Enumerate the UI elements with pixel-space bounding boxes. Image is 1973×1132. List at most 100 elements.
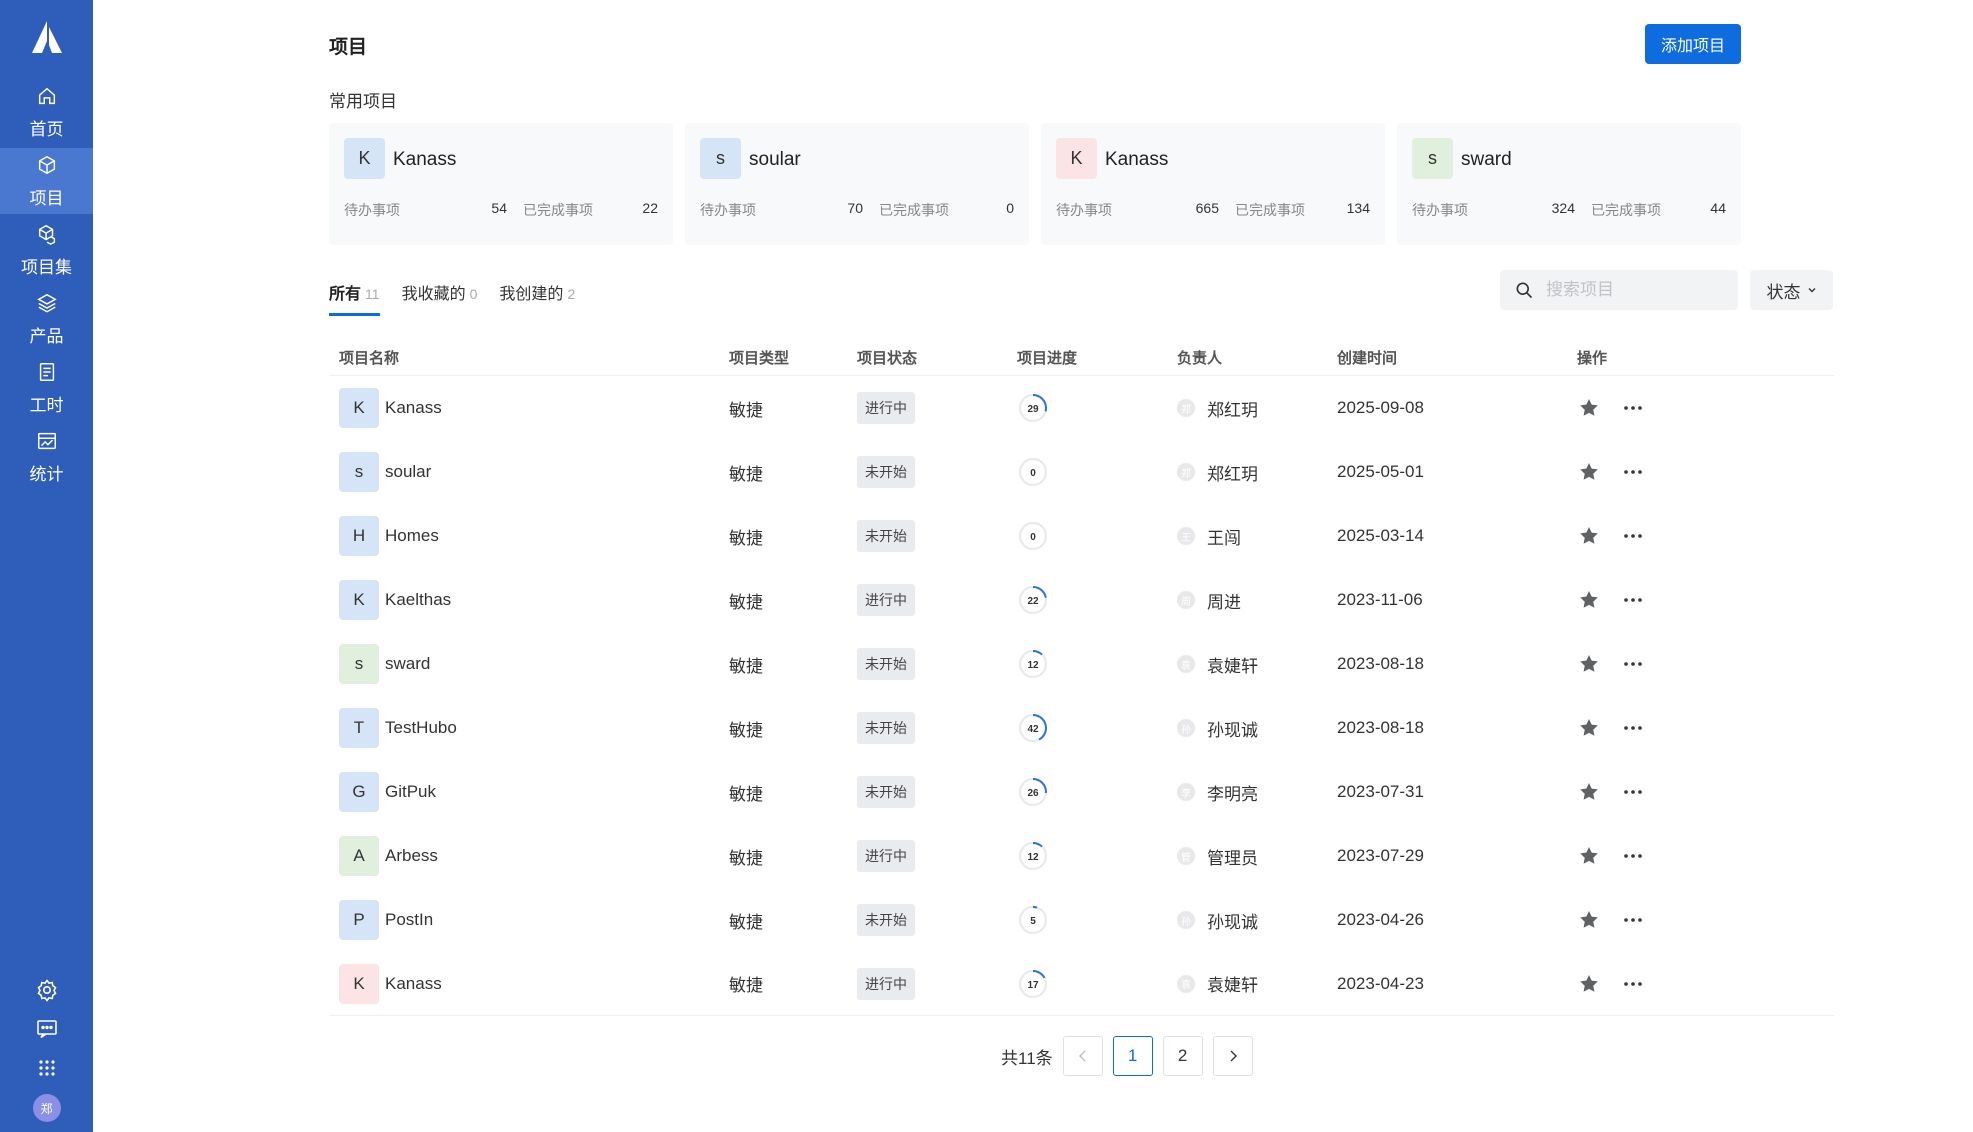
page-button[interactable]: 2 [1162,1036,1203,1076]
table-row[interactable]: P PostIn 敏捷 未开始 5 孙孙现诚 2023-04-26 [329,888,1834,952]
status-badge: 进行中 [857,392,915,424]
project-name[interactable]: Kaelthas [385,590,451,610]
progress-cell: 29 [1017,392,1177,424]
project-name[interactable]: sward [385,654,430,674]
project-icon: K [339,963,379,1004]
page-button[interactable]: 1 [1112,1036,1153,1076]
sidebar-item-3[interactable]: 产品 [0,286,93,352]
star-icon[interactable] [1577,908,1601,932]
star-icon[interactable] [1577,780,1601,804]
status-filter-dropdown[interactable]: 状态 [1750,270,1833,310]
progress-cell: 0 [1017,520,1177,552]
message-icon[interactable] [0,1009,93,1048]
sidebar-item-0[interactable]: 首页 [0,79,93,145]
project-name[interactable]: GitPuk [385,782,436,802]
project-name[interactable]: Arbess [385,846,438,866]
table-row[interactable]: A Arbess 敏捷 进行中 12 管管理员 2023-07-29 [329,824,1834,888]
filter-tabs: 所有 11 我收藏的 0 我创建的 2 [329,280,575,316]
page-list: 12 [1112,1036,1203,1076]
star-icon[interactable] [1577,716,1601,740]
chevron-left-icon [1078,1050,1086,1062]
project-name-cell: A Arbess [329,836,729,876]
favorite-card[interactable]: K Kanass 待办事项 54 已完成事项 22 [329,123,673,245]
header-name[interactable]: 项目名称 [329,347,729,368]
star-icon[interactable] [1577,844,1601,868]
table-row[interactable]: K Kanass 敏捷 进行中 29 郑郑红玥 2025-09-08 [329,376,1834,440]
status-cell: 未开始 [857,712,1017,744]
next-page-button[interactable] [1212,1036,1253,1076]
table-row[interactable]: K Kaelthas 敏捷 进行中 22 周周进 2023-11-06 [329,568,1834,632]
created-date: 2023-04-26 [1337,910,1424,929]
more-icon[interactable] [1621,460,1645,484]
sidebar-item-label: 项目集 [21,257,72,277]
favorite-card[interactable]: s sward 待办事项 324 已完成事项 44 [1397,123,1741,245]
star-icon[interactable] [1577,652,1601,676]
more-icon[interactable] [1621,588,1645,612]
table-row[interactable]: H Homes 敏捷 未开始 0 王王闯 2025-03-14 [329,504,1834,568]
tab-0[interactable]: 所有 11 [329,280,380,316]
status-badge: 进行中 [857,840,915,872]
more-icon[interactable] [1621,716,1645,740]
project-type: 敏捷 [729,848,763,868]
project-name[interactable]: Kanass [385,974,442,994]
star-icon[interactable] [1577,524,1601,548]
sidebar-item-4[interactable]: 工时 [0,355,93,421]
star-icon[interactable] [1577,396,1601,420]
sidebar-item-1[interactable]: 项目 [0,148,93,214]
star-icon[interactable] [1577,460,1601,484]
search-input[interactable] [1546,280,1726,300]
more-icon[interactable] [1621,780,1645,804]
status-badge: 未开始 [857,520,915,552]
project-name[interactable]: Homes [385,526,439,546]
favorite-card[interactable]: K Kanass 待办事项 665 已完成事项 134 [1041,123,1385,245]
progress-ring: 42 [1019,714,1047,742]
settings-icon[interactable] [0,970,93,1009]
project-name-cell: P PostIn [329,900,729,940]
more-icon[interactable] [1621,972,1645,996]
prev-page-button[interactable] [1062,1036,1103,1076]
status-badge: 未开始 [857,712,915,744]
table-row[interactable]: K Kanass 敏捷 进行中 17 袁袁婕轩 2023-04-23 [329,952,1834,1016]
table-row[interactable]: G GitPuk 敏捷 未开始 26 李李明亮 2023-07-31 [329,760,1834,824]
project-name[interactable]: Kanass [385,398,442,418]
project-type: 敏捷 [729,592,763,612]
project-type: 敏捷 [729,528,763,548]
table-body: K Kanass 敏捷 进行中 29 郑郑红玥 2025-09-08 s soular 敏捷 未开始… [329,376,1834,1016]
project-name[interactable]: PostIn [385,910,433,930]
more-icon[interactable] [1621,396,1645,420]
apps-grid-icon[interactable] [0,1048,93,1087]
owner-name: 孙现诚 [1207,912,1258,932]
more-icon[interactable] [1621,652,1645,676]
project-icon: T [339,708,379,748]
card-name: Kanass [393,149,457,170]
table-row[interactable]: s sward 敏捷 未开始 12 袁袁婕轩 2023-08-18 [329,632,1834,696]
star-icon[interactable] [1577,972,1601,996]
favorite-card[interactable]: s soular 待办事项 70 已完成事项 0 [685,123,1029,245]
card-stats: 待办事项 54 已完成事项 22 [344,200,658,220]
sidebar-item-5[interactable]: 统计 [0,424,93,490]
logo[interactable] [0,0,93,76]
status-badge: 未开始 [857,904,915,936]
star-icon[interactable] [1577,588,1601,612]
tab-1[interactable]: 我收藏的 0 [402,280,478,316]
progress-value: 0 [1030,532,1036,543]
more-icon[interactable] [1621,524,1645,548]
tab-2[interactable]: 我创建的 2 [499,280,575,316]
more-icon[interactable] [1621,908,1645,932]
search-box[interactable] [1500,270,1738,310]
table-row[interactable]: T TestHubo 敏捷 未开始 42 孙孙现诚 2023-08-18 [329,696,1834,760]
project-name[interactable]: soular [385,462,431,482]
add-project-button[interactable]: 添加项目 [1645,24,1741,64]
more-icon[interactable] [1621,844,1645,868]
project-icon: K [339,388,379,428]
todo-label: 待办事项 [1412,202,1468,218]
user-avatar[interactable]: 郑 [32,1094,61,1122]
table-row[interactable]: s soular 敏捷 未开始 0 郑郑红玥 2025-05-01 [329,440,1834,504]
card-name: soular [749,149,801,170]
project-name[interactable]: TestHubo [385,718,457,738]
project-icon: s [339,644,379,684]
sidebar-bottom: 郑 [0,970,93,1132]
sidebar-item-2[interactable]: 项目集 [0,217,93,283]
chart-icon [36,430,58,457]
project-type: 敏捷 [729,720,763,740]
